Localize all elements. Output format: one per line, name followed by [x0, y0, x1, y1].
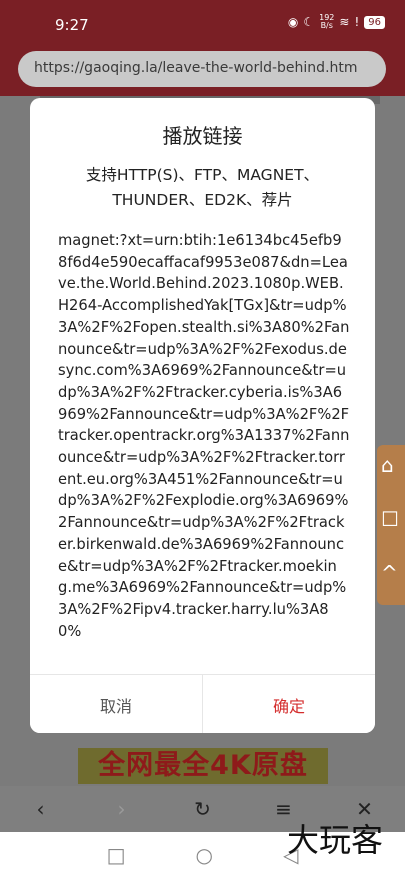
back-icon[interactable]: ‹ [21, 797, 61, 821]
status-time: 9:27 [55, 16, 89, 34]
play-link-dialog: 播放链接 支持HTTP(S)、FTP、MAGNET、THUNDER、ED2K、荐… [30, 98, 375, 733]
status-bar: 9:27 ◉ ☾ 192 B/s ≋ ! 96 [0, 0, 405, 48]
recent-apps-icon[interactable]: □ [107, 843, 126, 867]
cancel-button[interactable]: 取消 [30, 675, 203, 733]
browser-toolbar: https://gaoqing.la/leave-the-world-behin… [0, 48, 405, 96]
home-circle-icon[interactable]: ○ [196, 843, 213, 867]
wifi-icon: ≋ [339, 15, 350, 29]
dialog-actions: 取消 确定 [30, 674, 375, 733]
nfc-icon: ◉ [287, 15, 299, 29]
promo-banner-text: 全网最全4K原盘 [98, 750, 308, 781]
net-speed-unit: B/s [320, 21, 333, 30]
alert-icon: ! [354, 15, 360, 29]
side-toolbar: ⌂ ☐ ^ [377, 445, 405, 605]
promo-banner[interactable]: 全网最全4K原盘 [78, 748, 328, 784]
forward-icon[interactable]: › [102, 797, 142, 821]
watermark: 大玩客 [286, 821, 383, 859]
url-bar[interactable]: https://gaoqing.la/leave-the-world-behin… [18, 51, 386, 87]
battery-indicator: 96 [364, 15, 385, 29]
status-icons: ◉ ☾ 192 B/s ≋ ! 96 [288, 14, 385, 30]
magnet-link-box[interactable]: magnet:?xt=urn:btih:1e6134bc45efb98f6d4e… [58, 230, 350, 672]
chevron-up-icon[interactable]: ^ [381, 561, 398, 585]
magnet-link-text[interactable]: magnet:?xt=urn:btih:1e6134bc45efb98f6d4e… [58, 230, 350, 642]
refresh-icon[interactable]: ↻ [183, 797, 223, 821]
net-speed: 192 B/s [319, 14, 334, 30]
comment-icon[interactable]: ☐ [381, 507, 399, 531]
dialog-subtitle: 支持HTTP(S)、FTP、MAGNET、THUNDER、ED2K、荐片 [85, 166, 320, 209]
url-text: https://gaoqing.la/leave-the-world-behin… [34, 60, 358, 76]
dialog-title: 播放链接 [162, 124, 243, 148]
confirm-button[interactable]: 确定 [203, 675, 375, 733]
do-not-disturb-icon: ☾ [303, 15, 315, 29]
home-icon[interactable]: ⌂ [381, 453, 394, 477]
